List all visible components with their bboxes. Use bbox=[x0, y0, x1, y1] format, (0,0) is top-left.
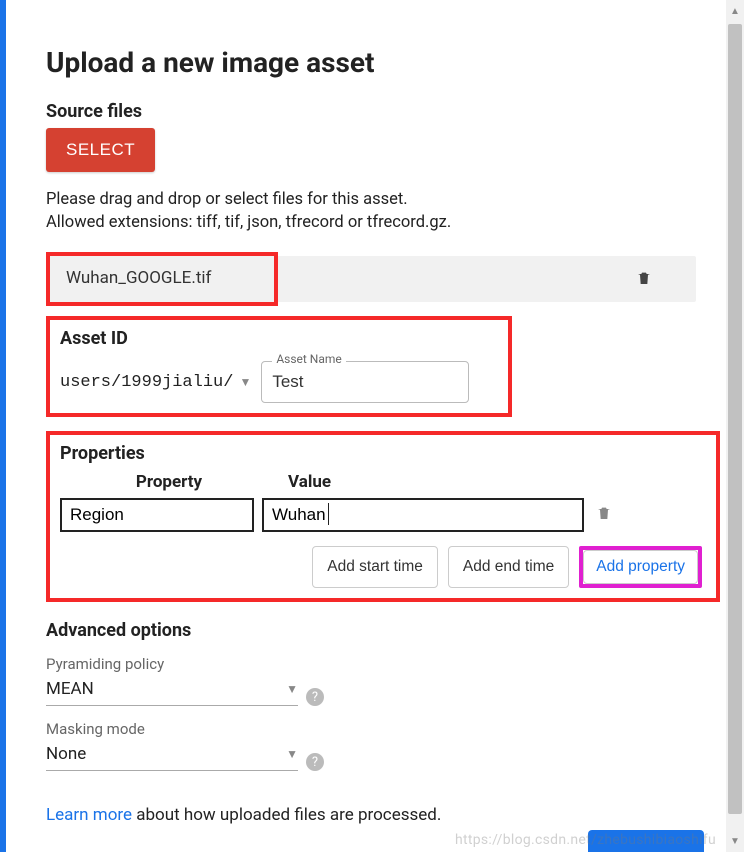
scroll-down-icon[interactable]: ▼ bbox=[730, 836, 740, 846]
asset-name-input[interactable] bbox=[272, 372, 458, 392]
learn-more-link[interactable]: Learn more bbox=[46, 805, 132, 825]
masking-mode-value: None bbox=[46, 744, 86, 764]
chevron-down-icon: ▼ bbox=[286, 682, 298, 696]
properties-label: Properties bbox=[60, 443, 706, 464]
delete-property-icon[interactable] bbox=[596, 503, 612, 527]
uploaded-file-name: Wuhan_GOOGLE.tif bbox=[66, 268, 211, 288]
property-column-header: Property bbox=[60, 472, 278, 492]
watermark-text: https://blog.csdn.net/zhebushibiaoshifu bbox=[455, 832, 716, 848]
source-files-label: Source files bbox=[46, 101, 666, 122]
scrollbar-track[interactable]: ▲ ▼ bbox=[726, 0, 744, 852]
asset-name-legend: Asset Name bbox=[272, 352, 345, 366]
dialog-content: Upload a new image asset Source files SE… bbox=[0, 0, 702, 825]
value-column-header: Value bbox=[278, 472, 478, 492]
property-key-input[interactable] bbox=[60, 498, 254, 532]
learn-more-row: Learn more about how uploaded files are … bbox=[46, 805, 666, 825]
masking-mode-dropdown[interactable]: None ▼ bbox=[46, 740, 298, 771]
select-files-button[interactable]: SELECT bbox=[46, 128, 155, 172]
asset-path-prefix[interactable]: users/1999jialiu/ bbox=[60, 373, 233, 392]
advanced-options-label: Advanced options bbox=[46, 620, 666, 641]
help-line-2: Allowed extensions: tiff, tif, json, tfr… bbox=[46, 213, 451, 232]
help-icon[interactable]: ? bbox=[306, 688, 324, 706]
asset-id-label: Asset ID bbox=[60, 328, 498, 349]
help-line-1: Please drag and drop or select files for… bbox=[46, 190, 408, 209]
scroll-up-icon[interactable]: ▲ bbox=[730, 6, 740, 16]
add-property-button[interactable]: Add property bbox=[583, 550, 698, 584]
delete-file-icon[interactable] bbox=[636, 268, 652, 288]
asset-id-section: Asset ID users/1999jialiu/ ▼ Asset Name bbox=[46, 316, 512, 417]
properties-section: Properties Property Value Add start time… bbox=[46, 431, 720, 602]
learn-more-rest: about how uploaded files are processed. bbox=[132, 805, 441, 825]
uploaded-file-row: Wuhan_GOOGLE.tif bbox=[46, 252, 666, 308]
help-icon[interactable]: ? bbox=[306, 753, 324, 771]
add-property-highlight: Add property bbox=[579, 546, 702, 588]
properties-header: Property Value bbox=[60, 472, 706, 492]
source-help-text: Please drag and drop or select files for… bbox=[46, 188, 666, 234]
advanced-options-section: Advanced options Pyramiding policy MEAN … bbox=[46, 620, 666, 771]
add-start-time-button[interactable]: Add start time bbox=[312, 546, 438, 588]
text-cursor bbox=[328, 503, 329, 525]
scrollbar-thumb[interactable] bbox=[728, 24, 742, 814]
property-buttons-row: Add start time Add end time Add property bbox=[60, 546, 706, 588]
pyramiding-policy-dropdown[interactable]: MEAN ▼ bbox=[46, 675, 298, 706]
chevron-down-icon: ▼ bbox=[286, 747, 298, 761]
page-title: Upload a new image asset bbox=[46, 46, 666, 79]
left-accent-stripe bbox=[0, 0, 6, 852]
asset-name-field[interactable]: Asset Name bbox=[261, 361, 469, 403]
pyramiding-policy-label: Pyramiding policy bbox=[46, 655, 666, 673]
add-end-time-button[interactable]: Add end time bbox=[448, 546, 569, 588]
property-row bbox=[60, 498, 706, 532]
asset-path-dropdown-icon[interactable]: ▼ bbox=[239, 375, 251, 389]
property-value-input[interactable] bbox=[262, 498, 584, 532]
pyramiding-policy-value: MEAN bbox=[46, 679, 94, 699]
masking-mode-label: Masking mode bbox=[46, 720, 666, 738]
